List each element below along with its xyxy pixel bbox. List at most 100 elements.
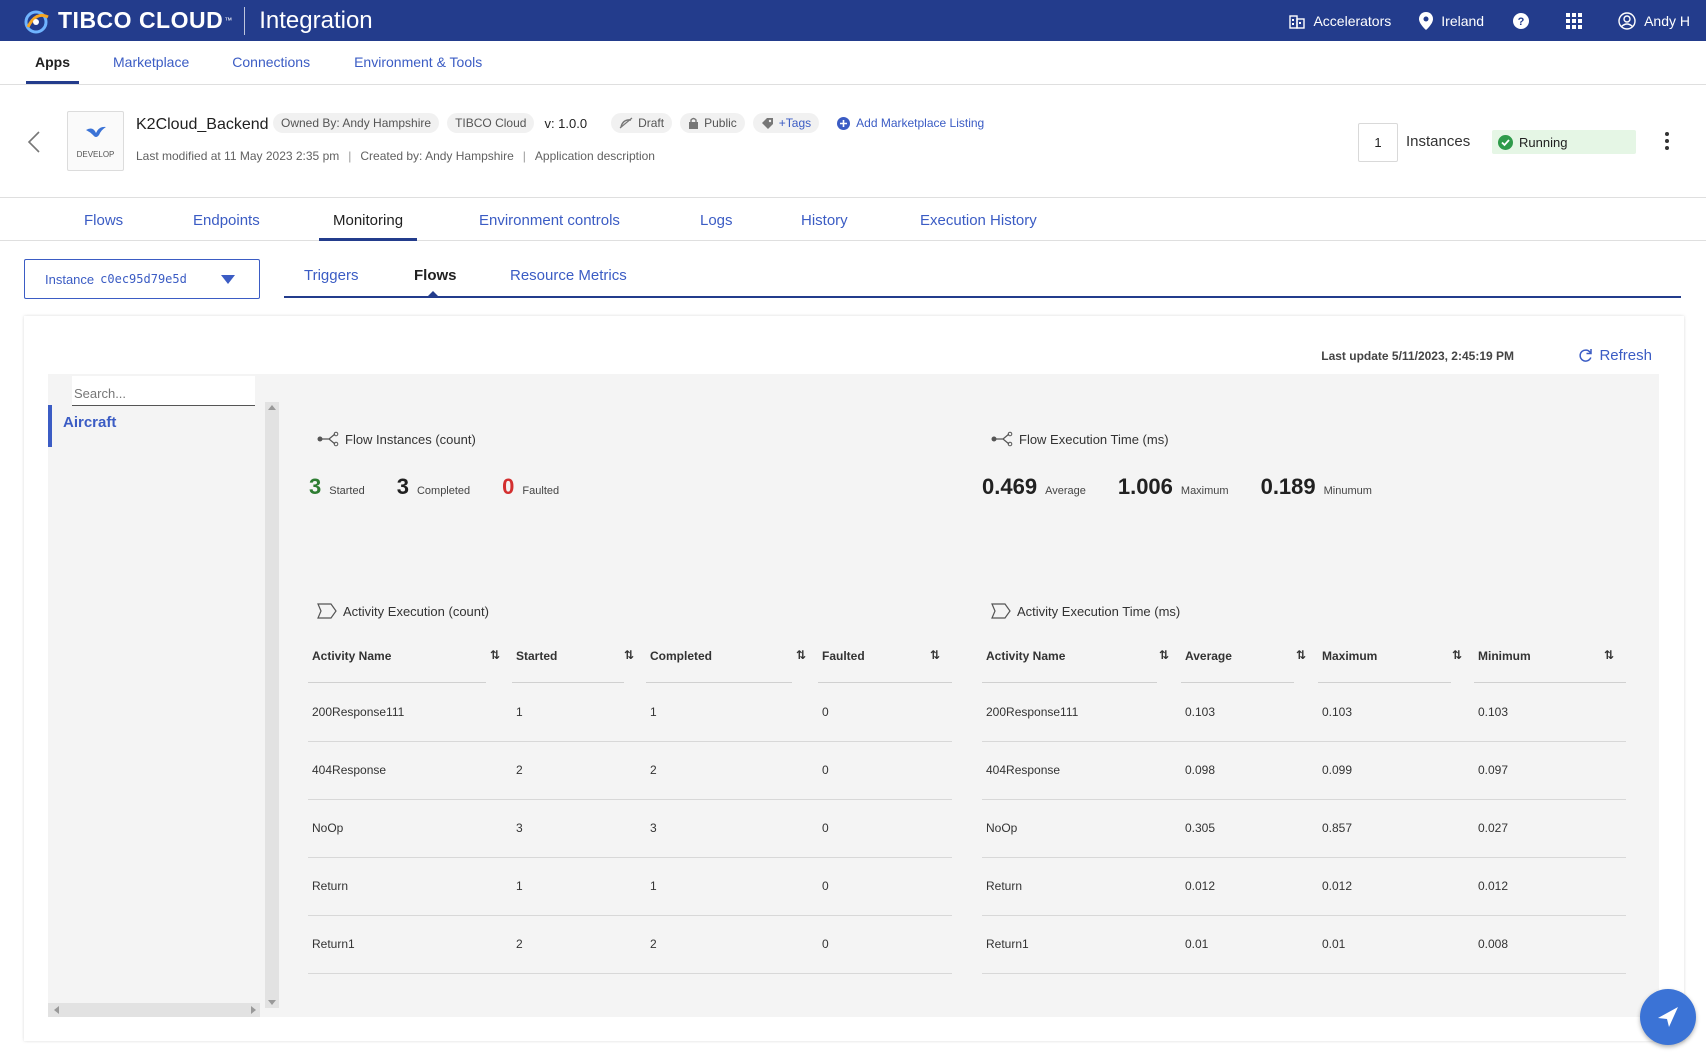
tab-endpoints[interactable]: Endpoints	[193, 199, 260, 241]
scroll-up-arrow[interactable]	[268, 405, 276, 410]
minimum-label: Minumum	[1323, 485, 1372, 497]
cell-maximum: 0.857	[1318, 799, 1474, 858]
table-row: Return 1 1 0	[308, 857, 952, 916]
column-average[interactable]: Average ⇅	[1181, 629, 1318, 683]
brand-name: TIBCO CLOUD	[58, 7, 224, 33]
cell-average: 0.01	[1181, 915, 1318, 974]
scroll-down-arrow[interactable]	[268, 1000, 276, 1005]
sort-icon[interactable]: ⇅	[1604, 648, 1614, 662]
sort-icon[interactable]: ⇅	[624, 648, 634, 662]
app-grid-button[interactable]	[1566, 12, 1590, 29]
status-label: Running	[1519, 134, 1568, 150]
activity-icon	[317, 603, 337, 619]
draft-chip[interactable]: Draft	[611, 113, 673, 133]
user-menu[interactable]: Andy H	[1618, 11, 1690, 30]
sort-icon[interactable]: ⇅	[490, 648, 500, 662]
column-label: Activity Name	[312, 649, 392, 663]
tab-logs[interactable]: Logs	[700, 199, 733, 241]
cell-activity-name: NoOp	[982, 799, 1181, 858]
nav-environment-tools[interactable]: Environment & Tools	[345, 40, 491, 84]
add-marketplace-listing-button[interactable]: Add Marketplace Listing	[837, 116, 984, 130]
cell-average: 0.012	[1181, 857, 1318, 916]
nav-marketplace[interactable]: Marketplace	[104, 40, 198, 84]
cell-completed: 2	[646, 915, 818, 974]
building-icon	[1289, 14, 1306, 29]
help-button[interactable]: ?	[1512, 12, 1538, 30]
column-label: Minimum	[1478, 649, 1531, 663]
sort-icon[interactable]: ⇅	[1452, 648, 1462, 662]
cell-activity-name: 404Response	[308, 741, 512, 800]
column-started[interactable]: Started ⇅	[512, 629, 646, 683]
tab-environment-controls[interactable]: Environment controls	[479, 199, 620, 241]
header-underline	[1474, 682, 1626, 683]
cell-faulted: 0	[818, 741, 952, 800]
tab-flows[interactable]: Flows	[84, 199, 123, 241]
app-tabs: Flows Endpoints Monitoring Environment c…	[0, 199, 1706, 241]
table-row: 404Response 0.098 0.099 0.097	[982, 741, 1626, 800]
visibility-chip[interactable]: Public	[680, 113, 745, 133]
app-description-link[interactable]: Application description	[535, 149, 655, 163]
column-activity-name[interactable]: Activity Name ⇅	[308, 629, 512, 683]
column-label: Activity Name	[986, 649, 1066, 663]
user-icon	[1618, 11, 1636, 30]
app-version: v: 1.0.0	[544, 115, 588, 131]
subtab-flows[interactable]: Flows	[414, 267, 457, 284]
instance-select[interactable]: Instance c0ec95d79e5d	[24, 259, 260, 299]
grid-icon	[1566, 12, 1583, 29]
scroll-right-arrow[interactable]	[251, 1006, 256, 1014]
stat-completed: 3 Completed	[397, 474, 470, 500]
table-header-row: Activity Name ⇅ Started ⇅ Completed ⇅ Fault…	[308, 629, 952, 683]
vertical-scrollbar[interactable]	[265, 402, 279, 1008]
draft-label: Draft	[638, 116, 665, 130]
nav-apps[interactable]: Apps	[26, 40, 79, 84]
nav-connections[interactable]: Connections	[223, 40, 319, 84]
app-icon-label: DEVELOP	[76, 149, 115, 159]
sort-icon[interactable]: ⇅	[1296, 648, 1306, 662]
cell-activity-name: Return	[982, 857, 1181, 916]
instances-count-input[interactable]: 1	[1358, 123, 1398, 162]
region-selector[interactable]: Ireland	[1419, 11, 1484, 30]
tab-execution-history[interactable]: Execution History	[920, 199, 1037, 241]
tags-chip[interactable]: +Tags	[752, 113, 820, 133]
cell-activity-name: 200Response111	[308, 683, 512, 742]
help-icon: ?	[1513, 12, 1530, 29]
instance-select-label: Instance	[45, 271, 95, 287]
column-activity-name[interactable]: Activity Name ⇅	[982, 629, 1181, 683]
scroll-left-arrow[interactable]	[54, 1006, 59, 1014]
sort-icon[interactable]: ⇅	[930, 648, 940, 662]
column-minimum[interactable]: Minimum ⇅	[1474, 629, 1626, 683]
refresh-icon	[1579, 349, 1593, 362]
cell-completed: 1	[646, 857, 818, 916]
accelerators-button[interactable]: Accelerators	[1289, 13, 1391, 29]
cell-activity-name: Return1	[308, 915, 512, 974]
instance-id: c0ec95d79e5d	[100, 272, 187, 286]
cell-completed: 1	[646, 683, 818, 742]
column-label: Maximum	[1322, 649, 1378, 663]
column-maximum[interactable]: Maximum ⇅	[1318, 629, 1474, 683]
horizontal-scrollbar[interactable]	[48, 1003, 260, 1017]
tibco-cloud-logo[interactable]: TIBCO CLOUD ™	[22, 0, 232, 41]
column-completed[interactable]: Completed ⇅	[646, 629, 818, 683]
brand-trademark: ™	[224, 16, 233, 25]
brand-divider	[244, 6, 246, 35]
column-faulted[interactable]: Faulted ⇅	[818, 629, 952, 683]
tab-monitoring[interactable]: Monitoring	[318, 199, 418, 241]
stat-minimum: 0.189 Minumum	[1261, 474, 1372, 500]
sort-icon[interactable]: ⇅	[796, 648, 806, 662]
sort-icon[interactable]: ⇅	[1159, 648, 1169, 662]
back-arrow-icon[interactable]	[26, 130, 42, 154]
subtab-triggers[interactable]: Triggers	[304, 267, 358, 284]
cell-activity-name: NoOp	[308, 799, 512, 858]
refresh-button[interactable]: Refresh	[1578, 347, 1652, 364]
header-underline	[512, 682, 624, 683]
header-underline	[1318, 682, 1451, 683]
tags-label: +Tags	[778, 116, 812, 130]
tab-history[interactable]: History	[801, 199, 848, 241]
flow-search-input[interactable]: Search...	[72, 376, 255, 406]
cell-activity-name: Return	[308, 857, 512, 916]
flow-list-item-aircraft[interactable]: Aircraft	[48, 405, 254, 447]
subtab-resource-metrics[interactable]: Resource Metrics	[510, 267, 627, 284]
more-options-icon[interactable]	[1660, 130, 1674, 152]
feedback-button[interactable]	[1640, 989, 1696, 1045]
table-header-row: Activity Name ⇅ Average ⇅ Maximum ⇅ Minimum…	[982, 629, 1626, 683]
